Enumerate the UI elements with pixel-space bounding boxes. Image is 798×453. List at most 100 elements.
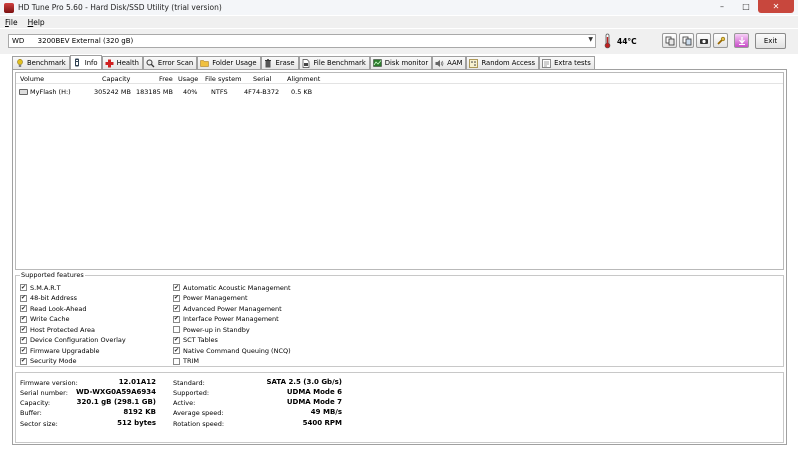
supported-label: Supported: [173,389,210,397]
feature-write-cache[interactable]: ✔ Write Cache [20,315,69,324]
close-button[interactable]: ✕ [758,0,794,13]
checkbox[interactable]: ✔ [20,326,27,333]
tab-health[interactable]: Health [101,56,143,69]
checkbox[interactable]: ✔ [173,336,180,344]
supported-features-group: Supported features ✔ S.M.A.R.T ✔ 48-bit Ad… [15,271,784,367]
tab-file-benchmark[interactable]: File Benchmark [298,56,370,69]
speaker-icon [435,59,444,68]
sector-size-label: Sector size: [20,420,58,428]
drive-select-value: WD 3200BEV External (320 gB) [12,37,134,45]
title-bar: HD Tune Pro 5.60 - Hard Disk/SSD Utility… [0,0,798,15]
device-toolbar: WD 3200BEV External (320 gB) ▼ 44°C Exit [0,29,798,54]
exit-button[interactable]: Exit [755,33,786,49]
checkbox[interactable]: ✔ [20,357,27,365]
feature-power-up-in-standby[interactable]: Power-up in Standby [173,325,250,334]
column-header-volume[interactable]: Volume [20,75,44,83]
extra-tests-icon [542,58,551,68]
info-panel: Volume Capacity Free Usage File system S… [12,69,787,445]
feature-advanced-power-management[interactable]: ✔ Advanced Power Management [173,304,282,313]
info-icon [73,58,82,67]
checkbox[interactable]: ✔ [173,315,180,323]
column-header-usage[interactable]: Usage [178,75,198,83]
checkbox[interactable]: ✔ [173,347,180,354]
feature-firmware-upgradable[interactable]: ✔ Firmware Upgradable [20,346,100,355]
sector-size-value: 512 bytes [117,419,156,427]
tab-error-scan[interactable]: Error Scan [142,56,198,69]
supported-value: UDMA Mode 6 [286,388,342,396]
buffer-value: 8192 KB [123,408,156,416]
benchmark-icon [15,58,24,68]
tab-benchmark[interactable]: Benchmark [12,56,70,69]
feature-trim[interactable]: TRIM [173,357,199,366]
average-speed-label: Average speed: [173,409,224,417]
feature-48bit-address[interactable]: ✔ 48-bit Address [20,294,77,303]
feature-device-configuration-overlay[interactable]: ✔ Device Configuration Overlay [20,336,126,345]
tab-extra-tests[interactable]: Extra tests [539,56,595,69]
maximize-button[interactable]: □ [734,0,758,13]
checkbox[interactable]: ✔ [20,347,27,354]
checkbox[interactable] [173,357,180,365]
tab-folder-usage[interactable]: Folder Usage [197,56,261,69]
feature-security-mode[interactable]: ✔ Security Mode [20,357,76,366]
average-speed-value: 49 MB/s [310,408,342,416]
window-title: HD Tune Pro 5.60 - Hard Disk/SSD Utility… [18,3,222,12]
save-button[interactable] [734,33,749,48]
copy-all-button[interactable] [679,33,694,48]
options-button[interactable] [713,33,728,48]
window-controls: – □ ✕ [710,0,794,13]
standard-value: SATA 2.5 (3.0 Gb/s) [266,378,342,386]
checkbox[interactable]: ✔ [20,336,27,344]
tab-disk-monitor[interactable]: Disk monitor [369,56,433,69]
column-header-capacity[interactable]: Capacity [102,75,130,83]
checkbox[interactable]: ✔ [173,284,180,291]
table-row[interactable]: MyFlash (H:) 305242 MB 183185 MB 40% NTF… [16,86,783,97]
thermometer-icon [604,33,611,49]
file-benchmark-icon [302,58,311,68]
menu-bar: File Help [0,16,798,28]
checkbox[interactable] [173,326,180,333]
rotation-speed-label: Rotation speed: [173,420,225,428]
volume-usage: 40% [183,88,198,96]
tab-bar: Benchmark Info Health Error Scan Folder … [12,55,595,69]
feature-ncq[interactable]: ✔ Native Command Queuing (NCQ) [173,346,291,355]
checkbox[interactable]: ✔ [20,315,27,323]
menu-file[interactable]: File [0,18,23,27]
feature-sct-tables[interactable]: ✔ SCT Tables [173,336,218,345]
checkbox[interactable]: ✔ [20,284,27,291]
minimize-button[interactable]: – [710,0,734,13]
trash-icon [264,58,273,68]
feature-smart[interactable]: ✔ S.M.A.R.T [20,283,61,292]
folder-icon [200,59,209,68]
menu-help[interactable]: Help [23,18,50,27]
checkbox[interactable]: ✔ [173,294,180,302]
tab-erase[interactable]: Erase [260,56,299,69]
drive-info-group: Firmware version: 12.01A12 Serial number… [15,372,784,443]
tab-info[interactable]: Info [69,55,102,69]
capacity-label: Capacity: [20,399,51,407]
checkbox[interactable]: ✔ [20,305,27,312]
checkbox[interactable]: ✔ [173,305,180,312]
error-scan-icon [146,59,155,68]
checkbox[interactable]: ✔ [20,294,27,302]
drive-select[interactable]: WD 3200BEV External (320 gB) ▼ [8,34,596,48]
feature-automatic-acoustic-management[interactable]: ✔ Automatic Acoustic Management [173,283,291,292]
camera-icon [699,38,708,44]
disk-monitor-icon [373,59,382,68]
column-header-alignment[interactable]: Alignment [287,75,320,83]
random-access-icon [469,58,479,68]
feature-read-look-ahead[interactable]: ✔ Read Look-Ahead [20,304,87,313]
temperature-value: 44°C [617,37,637,46]
copy-info-button[interactable] [662,33,677,48]
feature-interface-power-management[interactable]: ✔ Interface Power Management [173,315,279,324]
feature-power-management[interactable]: ✔ Power Management [173,294,248,303]
column-header-serial[interactable]: Serial [253,75,271,83]
tab-aam[interactable]: AAM [432,56,467,69]
feature-host-protected-area[interactable]: ✔ Host Protected Area [20,325,95,334]
volume-list[interactable]: Volume Capacity Free Usage File system S… [15,72,784,270]
screenshot-button[interactable] [696,33,711,48]
tab-random-access[interactable]: Random Access [466,56,540,69]
column-header-file-system[interactable]: File system [205,75,241,83]
firmware-version-value: 12.01A12 [118,378,156,386]
firmware-version-label: Firmware version: [20,379,78,387]
column-header-free[interactable]: Free [159,75,173,83]
